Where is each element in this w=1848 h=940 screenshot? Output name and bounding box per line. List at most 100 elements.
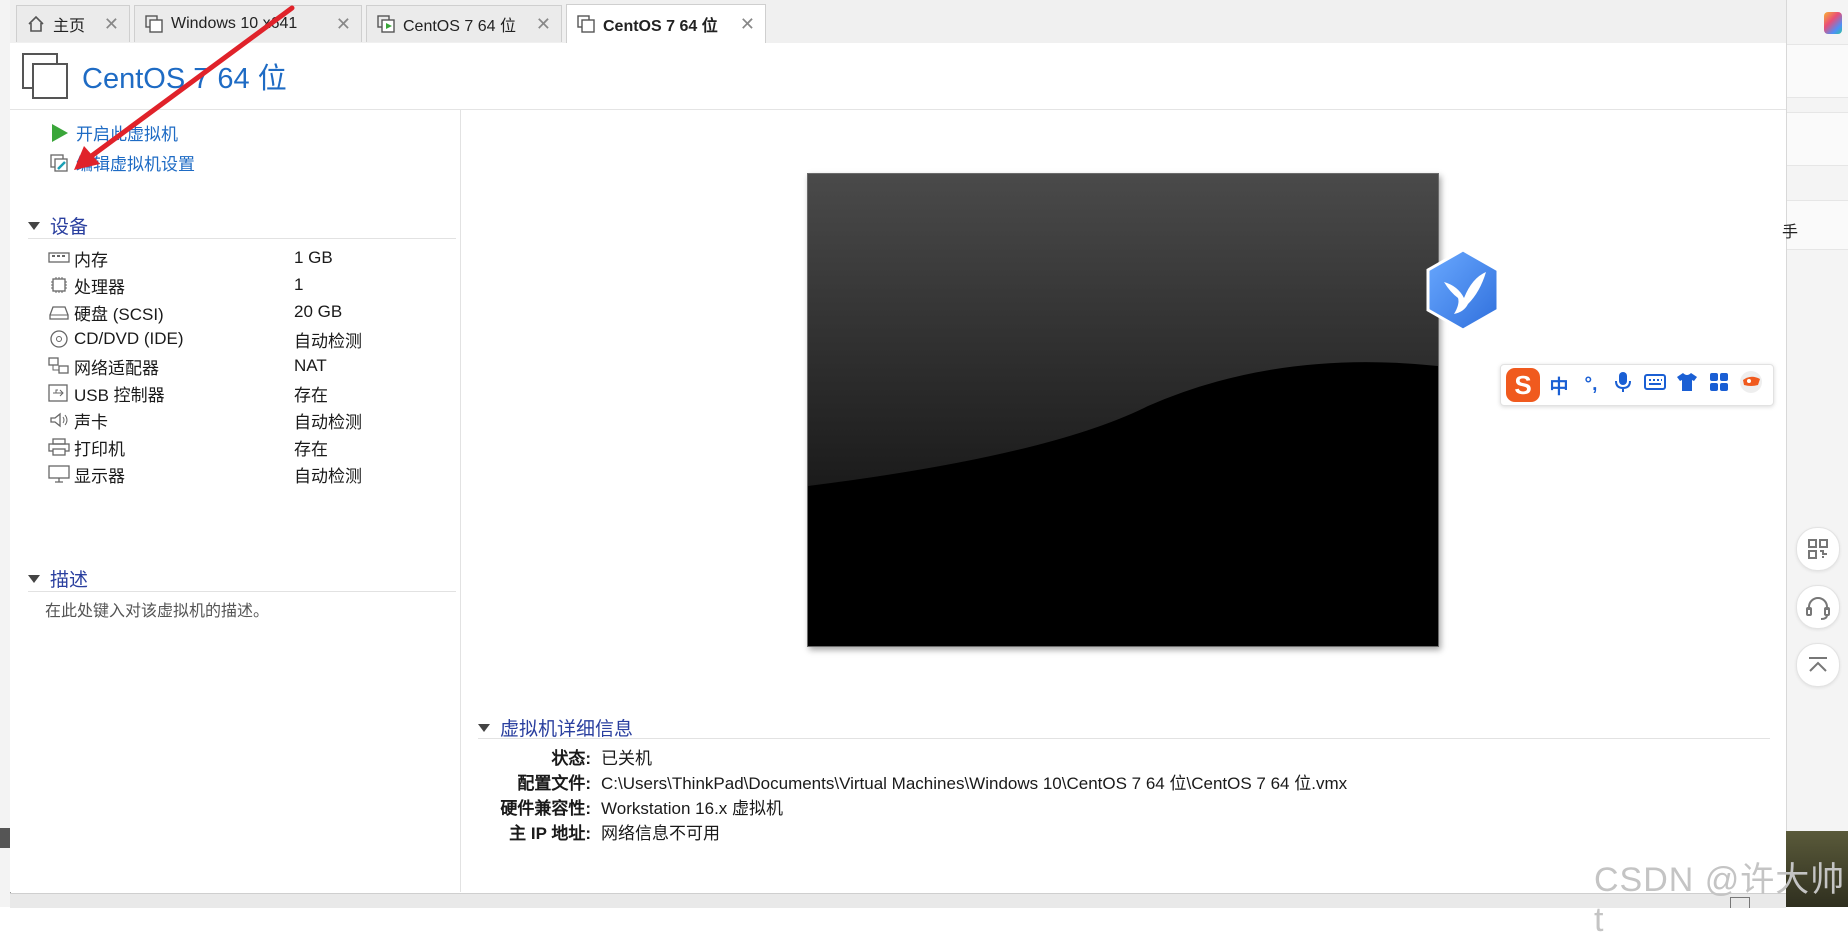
close-icon[interactable]: ✕ xyxy=(104,14,119,35)
floating-bird-widget[interactable] xyxy=(1424,248,1502,332)
description-placeholder[interactable]: 在此处键入对该虚拟机的描述。 xyxy=(45,597,269,621)
tab-home[interactable]: 主页 ✕ xyxy=(16,5,130,42)
description-section-header[interactable]: 描述 xyxy=(28,565,456,592)
detail-key: 硬件兼容性: xyxy=(500,799,591,818)
cd-dvd-icon xyxy=(48,330,70,348)
device-name: 内存 xyxy=(74,250,108,270)
ime-punctuation-toggle[interactable]: °, xyxy=(1575,374,1607,396)
vm-icon xyxy=(577,15,595,33)
device-value: 自动检测 xyxy=(294,466,362,486)
vm-play-icon xyxy=(377,15,395,33)
tab-windows-10[interactable]: Windows 10 x641 ✕ xyxy=(134,5,362,42)
cpu-icon xyxy=(48,276,70,294)
svg-text:S: S xyxy=(1514,370,1531,400)
device-value: 自动检测 xyxy=(294,412,362,432)
detail-value: 网络信息不可用 xyxy=(601,824,720,843)
home-icon xyxy=(27,15,45,33)
device-row-sound[interactable]: 声卡 自动检测 xyxy=(48,407,448,433)
printer-icon xyxy=(48,438,70,456)
device-row-hard-disk[interactable]: 硬盘 (SCSI) 20 GB xyxy=(48,299,448,325)
microphone-icon[interactable] xyxy=(1607,371,1639,399)
qr-code-icon xyxy=(1808,539,1828,559)
collapse-arrow-icon xyxy=(28,221,40,230)
detail-value: C:\Users\ThinkPad\Documents\Virtual Mach… xyxy=(601,774,1348,793)
hard-disk-icon xyxy=(48,303,70,321)
devices-heading: 设备 xyxy=(50,217,89,238)
device-name: 硬盘 (SCSI) xyxy=(74,304,164,324)
customer-service-button[interactable] xyxy=(1796,585,1840,629)
vm-preview-gloss xyxy=(808,174,1438,486)
vm-summary-panel: 开启此虚拟机 编辑虚拟机设置 设备 内存 1 GB 处理器 1 硬盘 (SCSI… xyxy=(10,110,461,892)
vm-details-section-header[interactable]: 虚拟机详细信息 xyxy=(478,714,1770,740)
bird-icon xyxy=(1426,248,1500,332)
back-to-top-icon xyxy=(1809,657,1827,672)
devices-section-header[interactable]: 设备 xyxy=(28,212,456,239)
detail-row-config-file: 配置文件: C:\Users\ThinkPad\Documents\Virtua… xyxy=(460,769,1780,793)
collapse-arrow-icon xyxy=(478,723,490,732)
device-name: 声卡 xyxy=(74,412,108,432)
detail-row-hardware-compat: 硬件兼容性: Workstation 16.x 虚拟机 xyxy=(460,794,1780,818)
tab-bar: 主页 ✕ Windows 10 x641 ✕ CentOS 7 64 位 ✕ C… xyxy=(10,0,1786,44)
detail-value: 已关机 xyxy=(601,749,652,768)
close-icon[interactable]: ✕ xyxy=(336,14,351,35)
page-title: CentOS 7 64 位 xyxy=(82,63,287,95)
play-icon xyxy=(50,123,70,143)
device-row-memory[interactable]: 内存 1 GB xyxy=(48,245,448,271)
device-row-usb[interactable]: USB 控制器 存在 xyxy=(48,380,448,406)
device-value: 1 xyxy=(294,275,304,294)
tab-centos-running[interactable]: CentOS 7 64 位 ✕ xyxy=(366,5,562,42)
device-value: 20 GB xyxy=(294,302,343,321)
device-value: 存在 xyxy=(294,439,328,459)
close-icon[interactable]: ✕ xyxy=(740,14,755,35)
detail-value: Workstation 16.x 虚拟机 xyxy=(601,799,784,818)
right-panel-segment xyxy=(1787,44,1848,98)
right-side-panel xyxy=(1786,0,1848,907)
edit-settings-label: 编辑虚拟机设置 xyxy=(76,155,195,174)
keyboard-icon[interactable] xyxy=(1639,373,1671,397)
close-icon[interactable]: ✕ xyxy=(536,14,551,35)
tab-centos-active[interactable]: CentOS 7 64 位 ✕ xyxy=(566,4,766,43)
description-heading: 描述 xyxy=(50,570,89,591)
detail-row-state: 状态: 已关机 xyxy=(460,744,1780,768)
mascot-icon[interactable] xyxy=(1735,370,1767,400)
skin-shirt-icon[interactable] xyxy=(1671,372,1703,398)
headset-icon xyxy=(1806,597,1830,620)
app-logo-icon xyxy=(1824,12,1842,34)
background-edge xyxy=(0,828,10,848)
vm-preview-screen[interactable] xyxy=(807,173,1439,647)
edit-settings-icon xyxy=(50,153,70,173)
device-name: 显示器 xyxy=(74,466,125,486)
network-adapter-icon xyxy=(48,357,70,375)
device-row-display[interactable]: 显示器 自动检测 xyxy=(48,461,448,487)
tab-label: CentOS 7 64 位 xyxy=(603,18,718,35)
device-row-network[interactable]: 网络适配器 NAT xyxy=(48,353,448,379)
tab-label: 主页 xyxy=(53,18,86,35)
device-name: 网络适配器 xyxy=(74,358,159,378)
device-row-cd-dvd[interactable]: CD/DVD (IDE) 自动检测 xyxy=(48,326,448,352)
tab-label: Windows 10 x641 xyxy=(171,15,298,32)
device-name: CD/DVD (IDE) xyxy=(74,329,184,348)
detail-key: 配置文件: xyxy=(517,774,591,793)
status-bar xyxy=(10,893,1786,908)
detail-row-ip-address: 主 IP 地址: 网络信息不可用 xyxy=(460,819,1780,843)
right-panel-segment xyxy=(1787,112,1848,166)
device-value: NAT xyxy=(294,356,327,375)
power-on-command[interactable]: 开启此虚拟机 xyxy=(50,120,178,145)
device-row-printer[interactable]: 打印机 存在 xyxy=(48,434,448,460)
device-value: 1 GB xyxy=(294,248,333,267)
memory-icon xyxy=(48,249,70,267)
toolbox-grid-icon[interactable] xyxy=(1703,372,1735,398)
detail-key: 状态: xyxy=(551,749,591,768)
device-name: 处理器 xyxy=(74,277,125,297)
sogou-logo-icon[interactable]: S xyxy=(1503,365,1543,405)
device-name: 打印机 xyxy=(74,439,125,459)
qr-code-button[interactable] xyxy=(1796,527,1840,571)
monitor-icon xyxy=(48,465,70,483)
right-edge-text: 手 xyxy=(1782,224,1799,241)
power-on-label: 开启此虚拟机 xyxy=(76,125,178,144)
device-row-cpu[interactable]: 处理器 1 xyxy=(48,272,448,298)
ime-mode-toggle[interactable]: 中 xyxy=(1543,372,1575,399)
device-name: USB 控制器 xyxy=(74,385,165,405)
edit-settings-command[interactable]: 编辑虚拟机设置 xyxy=(50,150,195,175)
back-to-top-button[interactable] xyxy=(1796,643,1840,687)
